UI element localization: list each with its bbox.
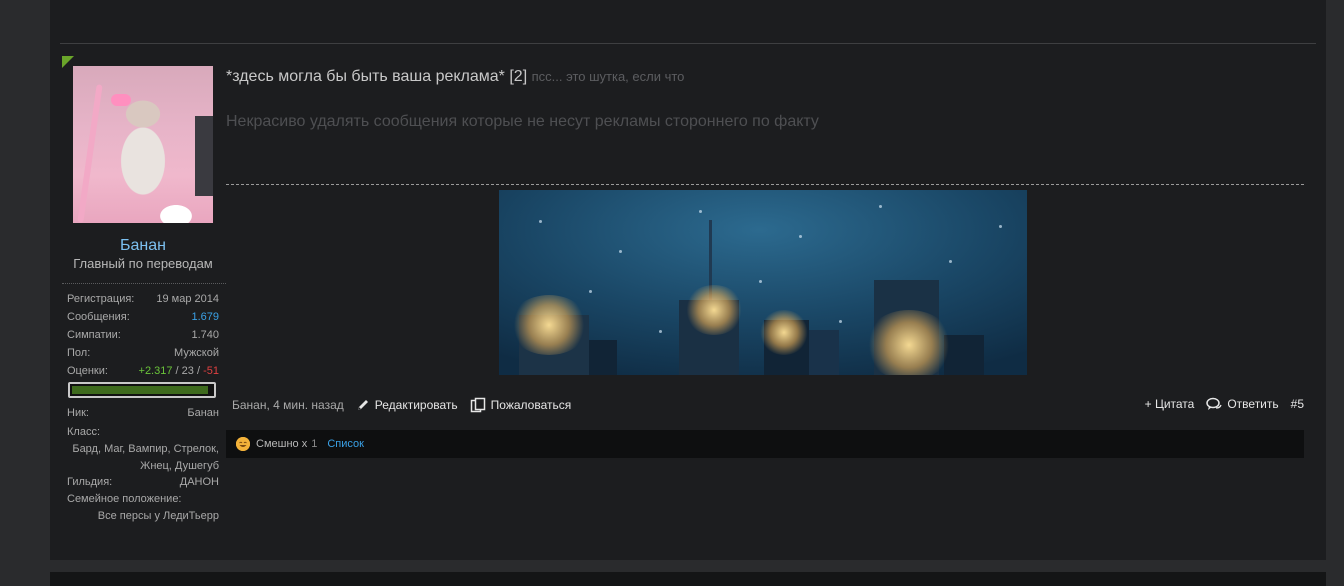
pencil-icon bbox=[356, 398, 370, 412]
stat-label: Оценки: bbox=[67, 365, 108, 377]
ratings-positive: +2.317 bbox=[138, 365, 173, 377]
report-label: Пожаловаться bbox=[490, 398, 572, 412]
post-meta: Банан, 4 мин. назад Редактировать Пожало… bbox=[232, 397, 571, 413]
stat-value: ДАНОН bbox=[179, 476, 219, 488]
stat-registration: Регистрация: 19 мар 2014 bbox=[67, 292, 219, 306]
post-title-number: [2] bbox=[509, 68, 528, 85]
avatar-bow-shape bbox=[111, 94, 131, 106]
user-avatar[interactable] bbox=[73, 66, 213, 223]
stat-family: Семейное положение: Все персы у ЛедиТьер… bbox=[67, 491, 219, 525]
stat-label: Сообщения: bbox=[67, 311, 130, 323]
stat-label: Класс: bbox=[67, 426, 100, 438]
post-author-time[interactable]: Банан, 4 мин. назад bbox=[232, 398, 344, 412]
post-title: *здесь могла бы быть ваша реклама* [2] п… bbox=[226, 68, 684, 86]
stat-label: Семейное положение: bbox=[67, 493, 182, 505]
stat-guild: Гильдия: ДАНОН bbox=[67, 475, 219, 489]
stat-label: Регистрация: bbox=[67, 293, 135, 305]
messages-count-link[interactable]: 1.679 bbox=[191, 310, 219, 324]
post-actions: + Цитата Ответить #5 bbox=[1145, 397, 1304, 411]
funny-emoji-icon bbox=[236, 437, 250, 451]
class-value-line: Жнец, Душегуб bbox=[140, 460, 219, 472]
signature-image bbox=[499, 190, 1027, 375]
stat-nick: Ник: Банан bbox=[67, 406, 219, 420]
stat-messages: Сообщения: 1.679 bbox=[67, 310, 219, 324]
edit-button[interactable]: Редактировать bbox=[356, 398, 458, 412]
stat-value: 1.740 bbox=[191, 329, 219, 341]
stat-class: Класс: Бард, Маг, Вампир, Стрелок, Жнец,… bbox=[67, 424, 219, 475]
stat-value: Мужской bbox=[174, 347, 219, 359]
reply-button[interactable]: Ответить bbox=[1206, 397, 1279, 411]
family-value: Все персы у ЛедиТьерр bbox=[97, 510, 219, 522]
stat-likes: Симпатии: 1.740 bbox=[67, 328, 219, 342]
stat-value: Банан bbox=[187, 407, 219, 419]
ratings-separator: / bbox=[196, 365, 201, 377]
next-post-strip bbox=[50, 572, 1326, 586]
sidebar-divider bbox=[62, 283, 226, 284]
avatar-background-figure bbox=[195, 116, 213, 196]
stat-label: Симпатии: bbox=[67, 329, 121, 341]
ratings-neutral: 23 bbox=[181, 365, 194, 377]
post-title-text: *здесь могла бы быть ваша реклама* bbox=[226, 68, 505, 85]
avatar-staff-shape bbox=[77, 84, 103, 223]
user-name-link[interactable]: Банан bbox=[60, 237, 226, 255]
likes-list-link[interactable]: Список bbox=[327, 438, 364, 450]
ratings-negative: -51 bbox=[203, 365, 219, 377]
stat-value: 19 мар 2014 bbox=[156, 293, 219, 305]
post-body-text: Некрасиво удалять сообщения которые не н… bbox=[226, 113, 819, 130]
user-title: Главный по переводам bbox=[73, 256, 213, 271]
post-permalink[interactable]: #5 bbox=[1291, 397, 1304, 411]
stat-gender: Пол: Мужской bbox=[67, 346, 219, 360]
rating-bar-fill bbox=[72, 386, 208, 394]
signature-divider bbox=[226, 184, 1304, 185]
rating-bar bbox=[68, 382, 216, 398]
class-value-line: Бард, Маг, Вампир, Стрелок, bbox=[72, 443, 219, 455]
likes-label: Смешно x bbox=[256, 438, 308, 450]
report-icon bbox=[470, 397, 486, 413]
top-divider bbox=[60, 43, 1316, 44]
post-title-aside: псс... это шутка, если что bbox=[531, 69, 685, 84]
ratings-values: +2.317 / 23 / -51 bbox=[139, 364, 219, 378]
reply-label: Ответить bbox=[1227, 397, 1279, 411]
speech-bubble-icon bbox=[1206, 397, 1222, 411]
stat-ratings: Оценки: +2.317 / 23 / -51 bbox=[67, 364, 219, 378]
likes-summary: Смешно x 1 Список bbox=[226, 430, 1304, 458]
stat-label: Пол: bbox=[67, 347, 91, 359]
report-button[interactable]: Пожаловаться bbox=[470, 397, 572, 413]
likes-count: 1 bbox=[311, 438, 318, 450]
quote-button[interactable]: + Цитата bbox=[1145, 397, 1195, 411]
stat-label: Ник: bbox=[67, 407, 89, 419]
ratings-separator: / bbox=[175, 365, 179, 377]
stat-label: Гильдия: bbox=[67, 476, 113, 488]
edit-label: Редактировать bbox=[374, 398, 458, 412]
